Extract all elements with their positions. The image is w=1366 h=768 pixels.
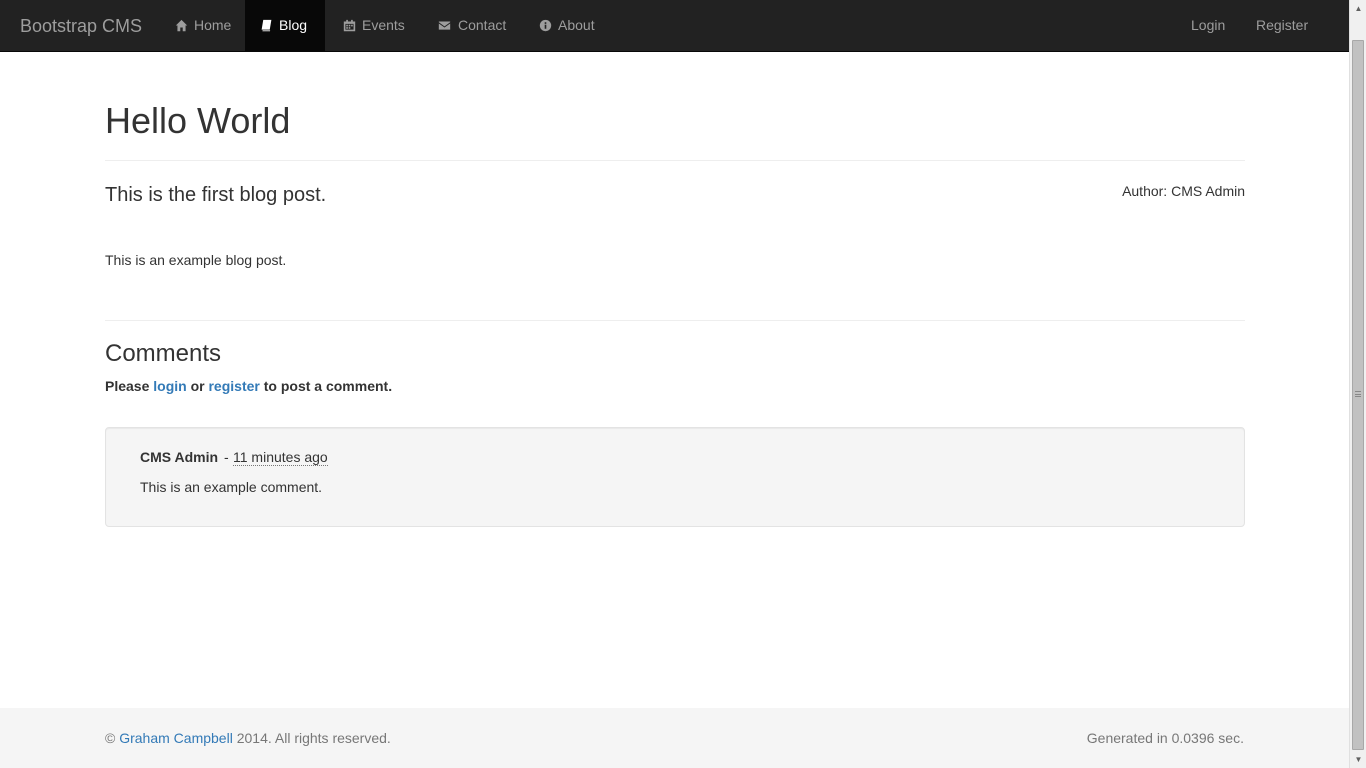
post-summary: This is the first blog post.: [105, 184, 327, 206]
nav-home[interactable]: Home: [160, 0, 246, 51]
scroll-up-arrow-icon[interactable]: ▲: [1350, 0, 1366, 17]
nav-about-label: About: [558, 17, 595, 33]
comment-time: 11 minutes ago: [233, 449, 328, 466]
comment-separator: -: [224, 449, 229, 465]
owner-link[interactable]: Graham Campbell: [119, 730, 233, 746]
generated-time: Generated in 0.0396 sec.: [1086, 730, 1244, 746]
envelope-icon: [438, 21, 451, 30]
calendar-icon: [343, 19, 356, 32]
register-link[interactable]: register: [208, 378, 259, 394]
nav-events-label: Events: [362, 17, 405, 33]
scroll-thumb[interactable]: [1352, 40, 1364, 750]
nav-contact[interactable]: Contact: [422, 0, 521, 51]
nav-events[interactable]: Events: [328, 0, 420, 51]
nav-register[interactable]: Register: [1241, 0, 1323, 51]
post-author: Author: CMS Admin: [1122, 183, 1245, 199]
home-icon: [175, 19, 188, 32]
footer-copyright: © Graham Campbell 2014. All rights reser…: [105, 730, 391, 746]
book-icon: [261, 19, 272, 32]
divider: [105, 160, 1245, 161]
copyright-symbol: ©: [105, 730, 116, 746]
page-title: Hello World: [105, 100, 291, 141]
comment-text: This is an example comment.: [140, 479, 323, 495]
scroll-grip-icon: [1355, 391, 1361, 397]
login-link[interactable]: login: [153, 378, 186, 394]
nav-register-label: Register: [1256, 17, 1309, 33]
rights-text: 2014. All rights reserved.: [236, 730, 391, 746]
comment-author: CMS Admin: [140, 449, 219, 465]
prompt-text-post: to post a comment.: [263, 378, 393, 394]
navbar: Bootstrap CMS Home Blog Events Contact A…: [0, 0, 1349, 52]
nav-login[interactable]: Login: [1176, 0, 1240, 51]
nav-contact-label: Contact: [458, 17, 507, 33]
nav-blog[interactable]: Blog: [245, 0, 325, 51]
divider: [105, 320, 1245, 321]
footer: © Graham Campbell 2014. All rights reser…: [0, 708, 1349, 768]
post-body: This is an example blog post.: [105, 252, 287, 268]
nav-blog-label: Blog: [279, 17, 308, 33]
info-circle-icon: [539, 19, 552, 32]
scrollbar[interactable]: ▲ ▼: [1349, 0, 1366, 768]
comment-card: CMS Admin - 11 minutes ago This is an ex…: [105, 427, 1245, 527]
comments-heading: Comments: [105, 340, 222, 367]
nav-about[interactable]: About: [524, 0, 610, 51]
brand-link[interactable]: Bootstrap CMS: [20, 0, 142, 52]
nav-home-label: Home: [194, 17, 232, 33]
scroll-down-arrow-icon[interactable]: ▼: [1350, 751, 1366, 768]
nav-login-label: Login: [1191, 17, 1226, 33]
comment-prompt: Please login or register to post a comme…: [105, 378, 392, 394]
prompt-text-pre: Please: [105, 378, 150, 394]
prompt-text-or: or: [190, 378, 205, 394]
